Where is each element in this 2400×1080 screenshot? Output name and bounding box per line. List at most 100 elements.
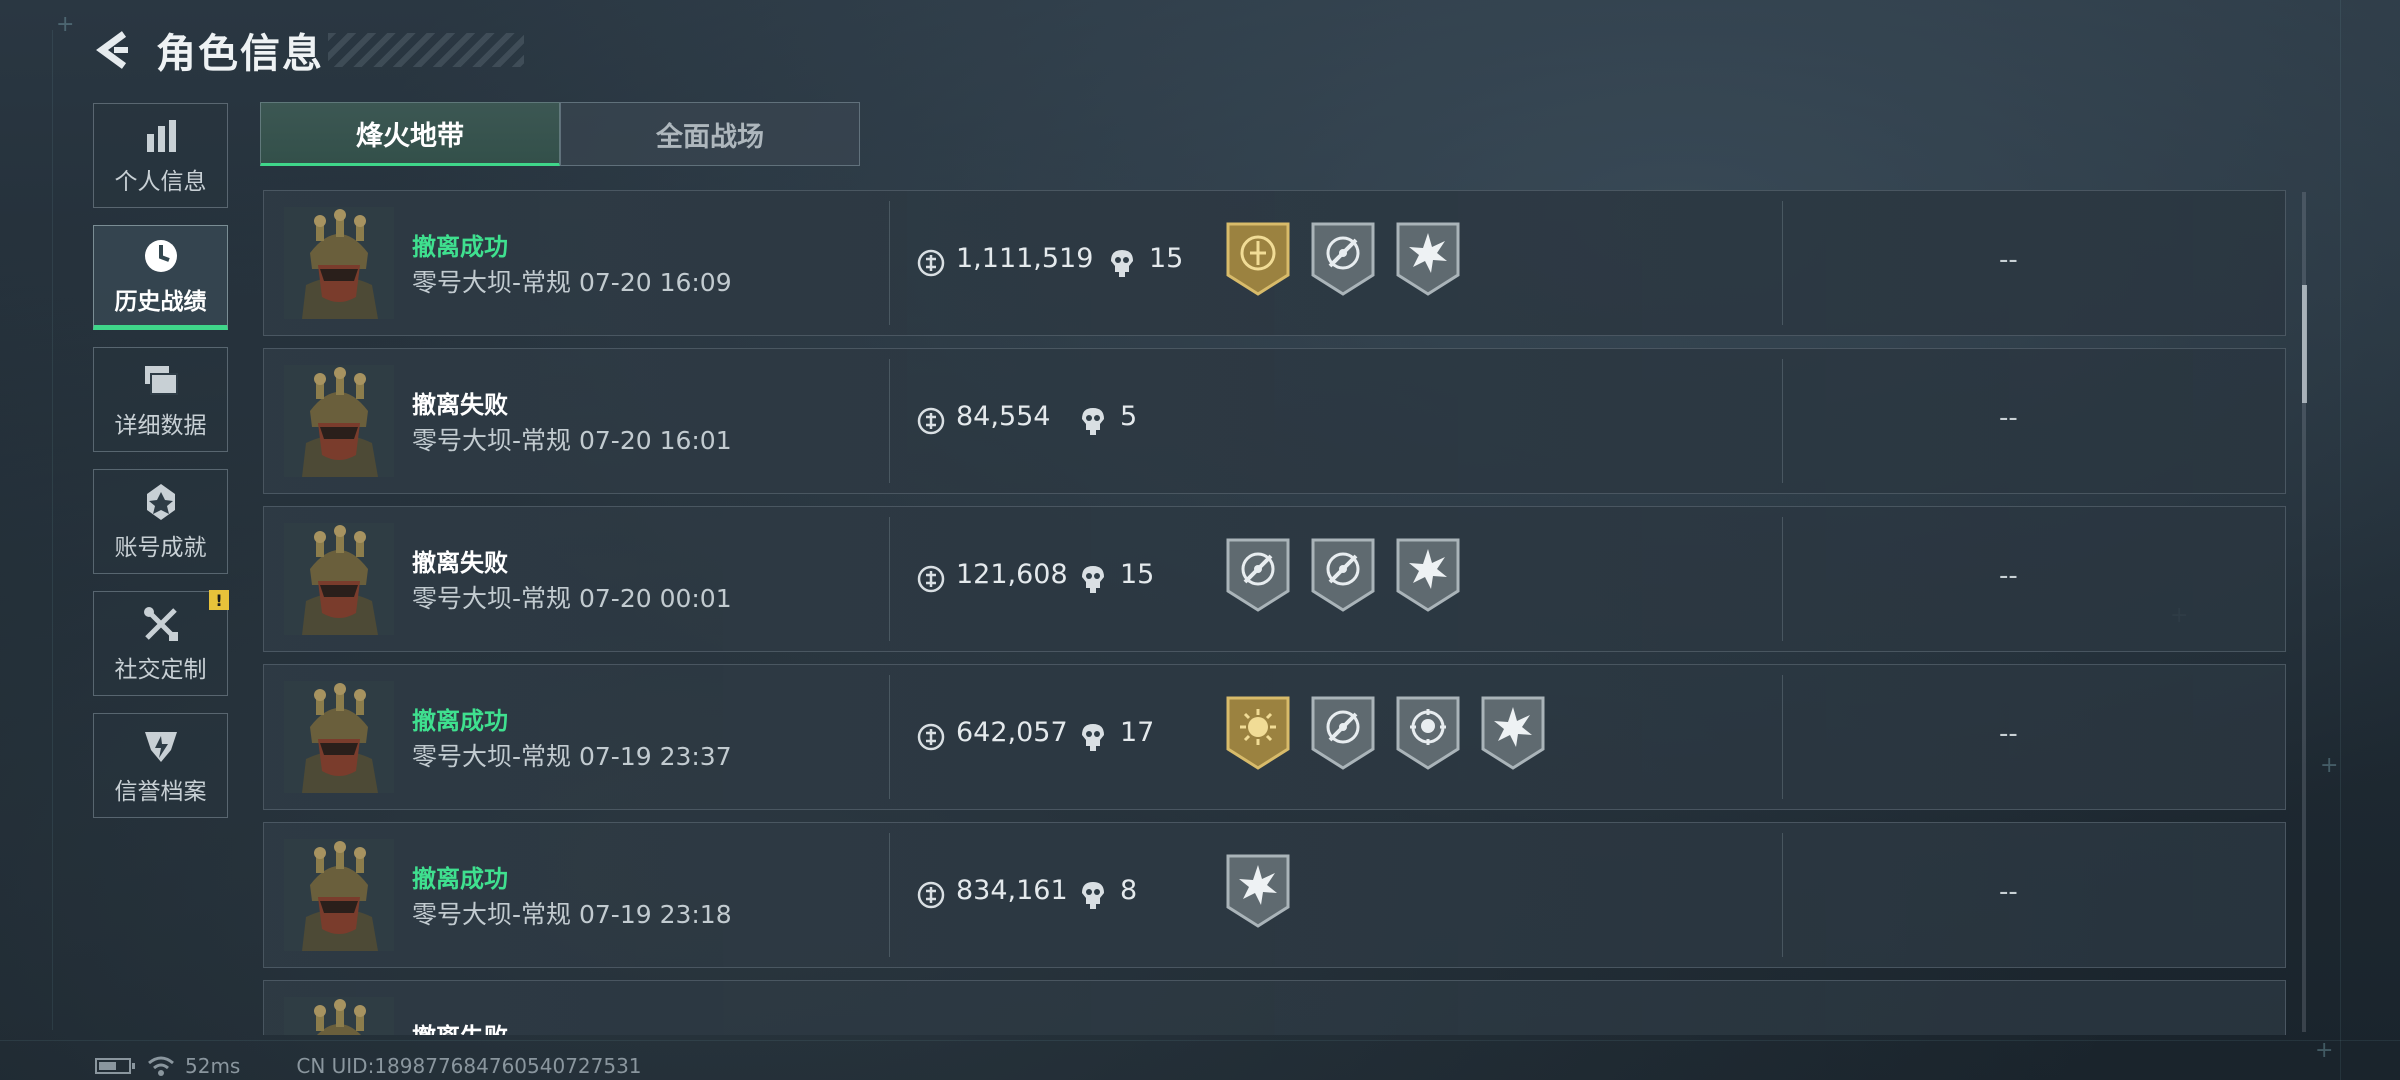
tools-icon (143, 606, 178, 641)
gold-sun-badge[interactable] (1225, 695, 1291, 771)
kill-count: 8 (1120, 875, 1138, 906)
crosshair-mark: + (2320, 753, 2339, 778)
extraction-status: 撤离成功 (412, 233, 508, 261)
map-name: 零号大坝-常规 (412, 268, 572, 297)
operator-avatar (284, 523, 394, 635)
tab-extraction-zone[interactable]: 烽火地带 (260, 102, 560, 166)
explosion-badge[interactable] (1395, 221, 1461, 297)
skull-icon (1109, 248, 1135, 278)
explosion-badge[interactable] (1480, 695, 1546, 771)
row-divider (889, 201, 890, 325)
sidebar-item-reputation[interactable]: 信誉档案 (93, 713, 228, 818)
extraction-status: 撤离失败 (412, 391, 508, 419)
map-and-time: 零号大坝-常规 07-20 16:09 (412, 263, 732, 299)
extra-field: -- (1999, 877, 2018, 907)
match-row[interactable]: 撤离失败 (263, 980, 2286, 1035)
skull-icon (1080, 722, 1106, 752)
explosion-badge[interactable] (1225, 853, 1291, 929)
match-row[interactable]: 撤离成功 零号大坝-常规 07-20 16:09 1,111,519 15 -- (263, 190, 2286, 336)
explosion-badge[interactable] (1395, 537, 1461, 613)
sniper-scope-badge[interactable] (1310, 695, 1376, 771)
operator-avatar (284, 365, 394, 477)
target-skull-badge[interactable] (1395, 695, 1461, 771)
battery-icon (95, 1058, 135, 1074)
match-row[interactable]: 撤离成功 零号大坝-常规 07-19 23:37 642,057 17 -- (263, 664, 2286, 810)
coin-icon (916, 406, 946, 436)
loot-value: 84,554 (956, 401, 1051, 432)
match-row[interactable]: 撤离失败 零号大坝-常规 07-20 16:01 84,554 5 -- (263, 348, 2286, 494)
crosshair-mark: + (56, 12, 75, 37)
scrollbar-thumb[interactable] (2302, 285, 2307, 403)
loot-value: 834,161 (956, 875, 1068, 906)
kill-count: 15 (1149, 243, 1184, 274)
folder-icon (144, 365, 178, 395)
kill-count: 5 (1120, 401, 1138, 432)
alert-badge: ! (209, 590, 229, 610)
sidebar-item-label: 历史战绩 (114, 288, 207, 315)
sidebar-item-personal-info[interactable]: 个人信息 (93, 103, 228, 208)
sniper-scope-badge[interactable] (1310, 537, 1376, 613)
extraction-status: 撤离失败 (412, 1017, 508, 1035)
extra-field: -- (1999, 561, 2018, 591)
extra-field: -- (1999, 245, 2018, 275)
mode-tabs: 烽火地带 全面战场 (260, 102, 860, 166)
row-divider (1782, 833, 1783, 957)
extra-field: -- (1999, 719, 2018, 749)
row-divider (1782, 359, 1783, 483)
operator-avatar (284, 997, 394, 1035)
row-divider (1782, 517, 1783, 641)
sidebar-item-label: 社交定制 (114, 656, 207, 683)
crosshair-mark: + (2315, 1038, 2334, 1063)
grid-line (0, 1040, 2400, 1041)
skull-icon (1080, 406, 1106, 436)
page-header: 角色信息 (90, 20, 524, 80)
match-time: 07-20 16:01 (578, 426, 732, 455)
loot-value: 121,608 (956, 559, 1068, 590)
back-arrow-icon[interactable] (90, 26, 138, 74)
sniper-scope-badge[interactable] (1225, 537, 1291, 613)
gold-emblem-badge[interactable] (1225, 221, 1291, 297)
skull-icon (1080, 880, 1106, 910)
sidebar-item-social-custom[interactable]: 社交定制 ! (93, 590, 229, 696)
coin-icon (916, 248, 946, 278)
map-name: 零号大坝-常规 (412, 426, 572, 455)
map-and-time: 零号大坝-常规 07-19 23:37 (412, 737, 732, 773)
sidebar-item-label: 信誉档案 (114, 778, 207, 805)
coin-icon (916, 564, 946, 594)
match-history-list: 撤离成功 零号大坝-常规 07-20 16:09 1,111,519 15 -- 撤离失败… (263, 190, 2288, 1035)
tab-full-battlefield[interactable]: 全面战场 (560, 102, 860, 166)
sidebar-item-match-history[interactable]: 历史战绩 (93, 225, 228, 330)
clock-icon (144, 239, 177, 272)
title-decoration (328, 33, 524, 67)
map-and-time: 零号大坝-常规 07-19 23:18 (412, 895, 732, 931)
row-divider (1782, 201, 1783, 325)
coin-icon (916, 722, 946, 752)
map-and-time: 零号大坝-常规 07-20 16:01 (412, 421, 732, 457)
match-time: 07-19 23:37 (578, 742, 732, 771)
match-row[interactable]: 撤离失败 零号大坝-常规 07-20 00:01 121,608 15 -- (263, 506, 2286, 652)
page-title: 角色信息 (156, 31, 324, 77)
row-divider (889, 517, 890, 641)
grid-line (2340, 0, 2341, 1080)
row-divider (1782, 675, 1783, 799)
operator-avatar (284, 839, 394, 951)
sidebar-item-achievements[interactable]: 账号成就 (93, 469, 228, 574)
wifi-icon (148, 1056, 174, 1076)
map-name: 零号大坝-常规 (412, 742, 572, 771)
grid-line (52, 30, 53, 1030)
ping-readout: 52ms (185, 1054, 241, 1078)
sidebar-item-detailed-data[interactable]: 详细数据 (93, 347, 228, 452)
extra-field: -- (1999, 403, 2018, 433)
loot-value: 1,111,519 (956, 243, 1094, 274)
sidebar: 个人信息 历史战绩 详细数据 账号成就 社交定制 ! 信誉档案 (93, 103, 230, 835)
map-and-time: 零号大坝-常规 07-20 00:01 (412, 579, 732, 615)
sniper-scope-badge[interactable] (1310, 221, 1376, 297)
row-divider (889, 833, 890, 957)
extraction-status: 撤离成功 (412, 707, 508, 735)
kill-count: 15 (1120, 559, 1155, 590)
loot-value: 642,057 (956, 717, 1068, 748)
match-time: 07-20 16:09 (578, 268, 732, 297)
match-row[interactable]: 撤离成功 零号大坝-常规 07-19 23:18 834,161 8 -- (263, 822, 2286, 968)
row-divider (889, 675, 890, 799)
row-divider (889, 359, 890, 483)
